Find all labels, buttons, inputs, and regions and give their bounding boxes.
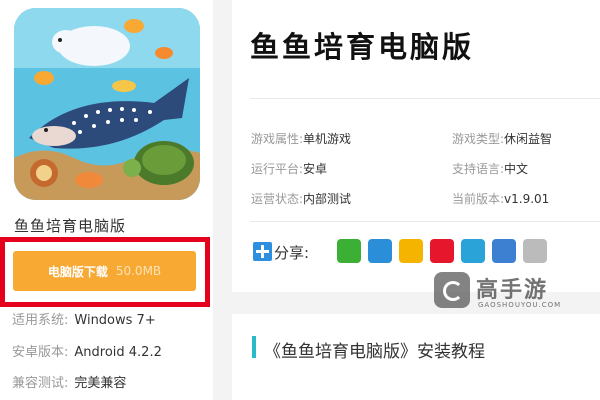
pc-download-button[interactable]: 电脑版下载 50.0MB xyxy=(13,251,196,291)
watermark-icon xyxy=(434,272,470,308)
download-highlight-box: 电脑版下载 50.0MB xyxy=(0,237,210,307)
share-label: 分享: xyxy=(274,244,310,262)
info-version: 当前版本:v1.9.01 xyxy=(452,192,550,206)
info-language: 支持语言:中文 xyxy=(452,162,529,176)
watermark-name: 高手游 xyxy=(476,278,549,303)
meta-android-version: 安卓版本: Android 4.2.2 xyxy=(12,345,162,360)
info-game-type: 游戏类型:休闲益智 xyxy=(452,132,553,146)
qq-icon[interactable] xyxy=(368,239,392,263)
qzone-icon[interactable] xyxy=(399,239,423,263)
watermark-site: GAOSHOUYOU.COM xyxy=(478,301,562,309)
divider xyxy=(250,221,600,222)
game-icon-image[interactable] xyxy=(14,8,200,200)
wechat-icon[interactable] xyxy=(337,239,361,263)
page-title: 鱼鱼培育电脑版 xyxy=(250,30,475,64)
game-name-label: 鱼鱼培育电脑版 xyxy=(14,217,127,235)
weibo-icon[interactable] xyxy=(430,239,454,263)
meta-compat: 兼容测试: 完美兼容 xyxy=(12,376,127,391)
watermark-logo: 高手游 GAOSHOUYOU.COM xyxy=(430,268,590,316)
section-title: 《鱼鱼培育电脑版》安装教程 xyxy=(264,342,485,362)
download-label: 电脑版下载 xyxy=(47,264,108,279)
download-size: 50.0MB xyxy=(115,264,162,278)
copy-icon[interactable] xyxy=(523,239,547,263)
info-platform: 运行平台:安卓 xyxy=(251,162,328,176)
meta-system: 适用系统: Windows 7+ xyxy=(12,313,156,328)
share-plus-icon[interactable] xyxy=(253,242,272,261)
divider xyxy=(250,98,600,99)
section-accent-bar xyxy=(252,336,256,358)
info-game-attribute: 游戏属性:单机游戏 xyxy=(251,132,352,146)
print-icon[interactable] xyxy=(492,239,516,263)
info-status: 运营状态:内部测试 xyxy=(251,192,352,206)
tencent-weibo-icon[interactable] xyxy=(461,239,485,263)
